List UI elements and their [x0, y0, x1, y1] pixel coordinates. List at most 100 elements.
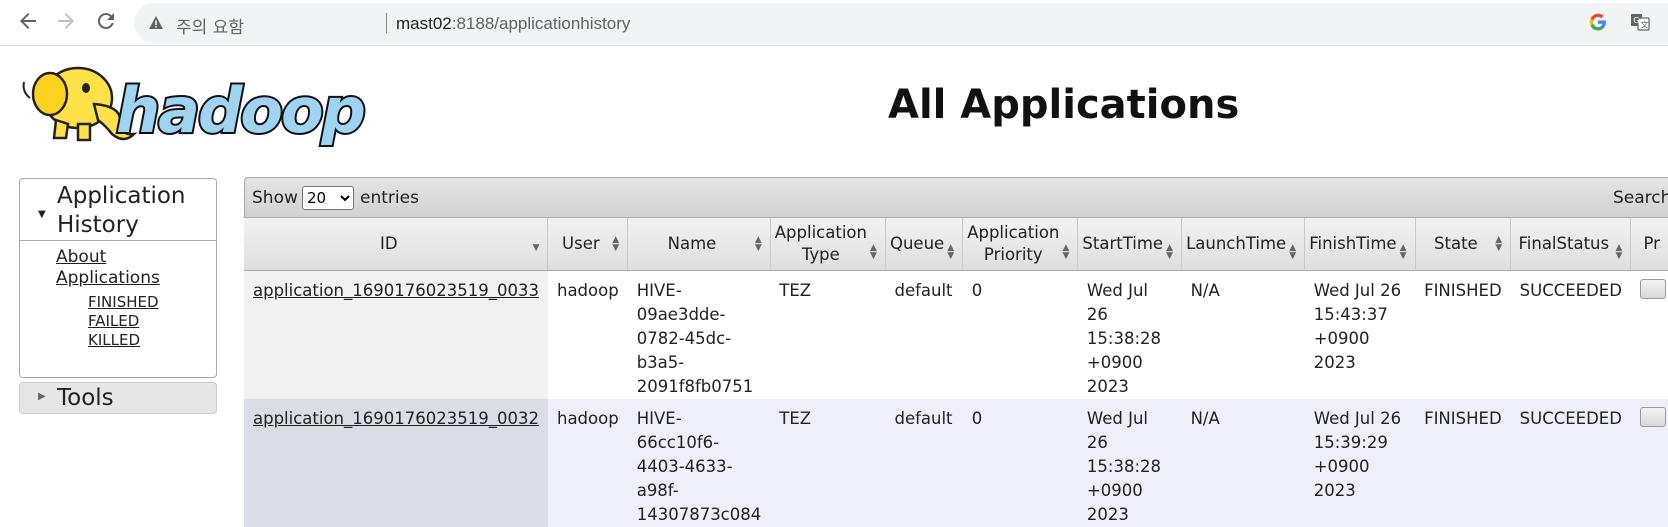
column-header-label: Application Priority — [967, 222, 1060, 264]
column-header-label: FinishTime — [1309, 233, 1397, 253]
cell-starttime: Wed Jul 26 15:38:28 +0900 2023 — [1077, 270, 1182, 399]
cell-finalstatus: SUCCEEDED — [1510, 270, 1631, 399]
svg-text:文: 文 — [1641, 20, 1649, 30]
reload-icon[interactable] — [94, 9, 118, 35]
google-icon[interactable] — [1589, 13, 1607, 31]
column-header-queue[interactable]: Queue ▲ ▼ — [885, 218, 964, 271]
table-header-row: ID ▼ User ▲ ▼ Name ▲ ▼ Application Type ▲ ▼ Que… — [244, 218, 1668, 271]
column-header-state[interactable]: State ▲ ▼ — [1415, 218, 1512, 271]
column-header-finalstatus[interactable]: FinalStatus ▲ ▼ — [1510, 218, 1632, 271]
column-header-name[interactable]: Name ▲ ▼ — [627, 218, 771, 271]
progress-bar — [1639, 278, 1666, 299]
sidebar-links: About Applications FINISHED FAILED KILLE… — [56, 247, 160, 350]
browser-toolbar: 주의 요함 mast02:8188/applicationhistory G 文 — [0, 0, 1668, 46]
cell-progress — [1630, 398, 1668, 527]
cell-application-type: TEZ — [770, 270, 886, 399]
sidebar-link-killed[interactable]: KILLED — [88, 331, 160, 350]
column-header-label: Pr — [1643, 233, 1660, 253]
cell-name: HIVE- 09ae3dde- 0782-45dc- b3a5- 2091f8f… — [627, 270, 771, 399]
tools-section[interactable]: ▶ Tools — [19, 382, 217, 414]
cell-state: FINISHED — [1415, 398, 1511, 527]
sidebar-link-finished[interactable]: FINISHED — [88, 293, 160, 312]
url-text[interactable]: mast02:8188/applicationhistory — [396, 14, 630, 34]
show-label: Show — [252, 188, 298, 208]
sort-desc-icon: ▼ — [532, 242, 540, 253]
table-row: application_1690176023519_0032 hadoop HI… — [244, 398, 1668, 527]
cell-user: hadoop — [547, 270, 628, 399]
sort-both-icon: ▲ ▼ — [1615, 242, 1623, 261]
column-header-label: LaunchTime — [1186, 233, 1287, 253]
column-header-finishtime[interactable]: FinishTime ▲ ▼ — [1304, 218, 1416, 271]
column-header-label: State — [1434, 233, 1478, 253]
cell-launchtime: N/A — [1181, 398, 1305, 527]
cell-id: application_1690176023519_0032 — [244, 398, 548, 527]
cell-state: FINISHED — [1415, 270, 1511, 399]
cell-finalstatus: SUCCEEDED — [1510, 398, 1631, 527]
sort-both-icon: ▲ ▼ — [870, 242, 877, 261]
column-header-label: Application Type — [774, 222, 867, 264]
application-state-links: FINISHED FAILED KILLED — [88, 293, 160, 350]
application-history-title[interactable]: Application History — [57, 182, 207, 240]
cell-application-priority: 0 — [962, 270, 1078, 399]
cell-queue: default — [885, 270, 963, 399]
cell-progress — [1630, 270, 1668, 399]
tools-title[interactable]: Tools — [57, 385, 114, 411]
url-host: mast02 — [396, 14, 452, 33]
cell-application-priority: 0 — [962, 398, 1078, 527]
column-header-starttime[interactable]: StartTime ▲ ▼ — [1077, 218, 1183, 271]
column-header-label: FinalStatus — [1518, 233, 1610, 253]
table-row: application_1690176023519_0033 hadoop HI… — [244, 270, 1668, 399]
column-header-label: Name — [667, 233, 717, 253]
hadoop-wordmark: hadoop — [116, 74, 364, 147]
column-header-progress[interactable]: Pr — [1630, 218, 1668, 271]
sort-both-icon: ▲ ▼ — [612, 234, 620, 253]
application-id-link[interactable]: application_1690176023519_0032 — [253, 409, 539, 428]
sort-both-icon: ▲ ▼ — [1166, 242, 1174, 261]
cell-finishtime: Wed Jul 26 15:43:37 +0900 2023 — [1304, 270, 1416, 399]
sort-both-icon: ▲ ▼ — [1495, 234, 1503, 253]
sidebar-nav: ▼ Application History About Applications… — [19, 178, 217, 378]
applications-table: ID ▼ User ▲ ▼ Name ▲ ▼ Application Type ▲ ▼ Que… — [244, 218, 1668, 527]
address-bar[interactable]: 주의 요함 mast02:8188/applicationhistory — [134, 3, 1668, 43]
forward-icon[interactable] — [54, 9, 78, 35]
page-size-select[interactable]: 20 — [302, 186, 354, 210]
column-header-application-type[interactable]: Application Type ▲ ▼ — [770, 218, 886, 271]
column-header-user[interactable]: User ▲ ▼ — [547, 218, 629, 271]
column-header-label: ID — [379, 233, 398, 253]
url-path: :8188/applicationhistory — [451, 14, 631, 33]
column-header-id[interactable]: ID ▼ — [244, 218, 549, 271]
expand-triangle-icon[interactable]: ▶ — [38, 391, 46, 402]
cell-queue: default — [885, 398, 963, 527]
collapse-triangle-icon[interactable]: ▼ — [38, 209, 46, 220]
security-warning-text[interactable]: 주의 요함 — [176, 13, 244, 38]
sort-both-icon: ▲ ▼ — [754, 234, 762, 253]
application-id-link[interactable]: application_1690176023519_0033 — [253, 281, 539, 300]
column-header-application-priority[interactable]: Application Priority ▲ ▼ — [962, 218, 1079, 271]
sort-both-icon: ▲ ▼ — [1062, 242, 1070, 261]
svg-text:G: G — [1633, 16, 1639, 25]
sidebar-link-about[interactable]: About — [56, 247, 160, 268]
page-title: All Applications — [888, 82, 1240, 128]
column-header-label: StartTime — [1082, 233, 1164, 253]
hadoop-logo[interactable]: hadoop — [16, 54, 396, 154]
back-icon[interactable] — [16, 9, 40, 35]
separator — [386, 13, 387, 33]
cell-application-type: TEZ — [770, 398, 886, 527]
column-header-label: User — [562, 233, 600, 253]
cell-starttime: Wed Jul 26 15:38:28 +0900 2023 — [1077, 398, 1182, 527]
progress-bar — [1639, 406, 1666, 427]
table-toolbar: Show 20 entries Search: — [244, 177, 1668, 218]
sort-both-icon: ▲ ▼ — [1399, 242, 1407, 261]
column-header-launchtime[interactable]: LaunchTime ▲ ▼ — [1181, 218, 1306, 271]
cell-user: hadoop — [547, 398, 628, 527]
translate-icon[interactable]: G 文 — [1630, 12, 1650, 32]
cell-name: HIVE- 66cc10f6- 4403-4633- a98f- 1430787… — [627, 398, 771, 527]
cell-id: application_1690176023519_0033 — [244, 270, 548, 399]
application-history-header[interactable]: ▼ Application History — [20, 179, 216, 241]
sidebar-link-applications[interactable]: Applications — [56, 268, 160, 289]
entries-label: entries — [360, 188, 419, 208]
warning-icon[interactable] — [148, 15, 164, 31]
sort-both-icon: ▲ ▼ — [947, 242, 955, 261]
sort-both-icon: ▲ ▼ — [1289, 242, 1297, 261]
sidebar-link-failed[interactable]: FAILED — [88, 312, 160, 331]
